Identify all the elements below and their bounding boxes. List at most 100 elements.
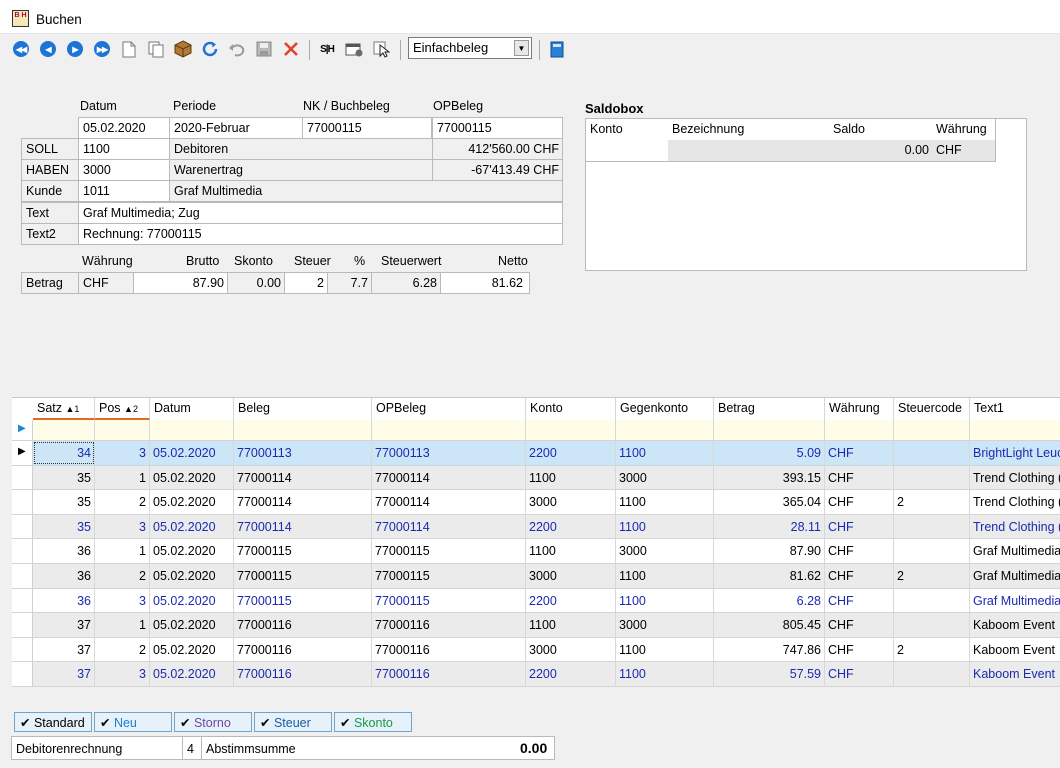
grid-cell-konto[interactable]: 2200: [526, 588, 616, 613]
filter-checkbox-2[interactable]: ✔ Storno: [174, 712, 252, 732]
grid-cell-waehrung[interactable]: CHF: [825, 564, 894, 588]
grid-cell-waehrung[interactable]: CHF: [825, 637, 894, 662]
table-row[interactable]: 36 2 05.02.2020 77000115 77000115 3000 1100 81.…: [12, 564, 1060, 589]
grid-cell-opbeleg[interactable]: 77000115: [372, 588, 526, 613]
opbeleg-input[interactable]: 77000115: [432, 117, 563, 139]
grid-header-betrag[interactable]: Betrag: [714, 398, 825, 420]
grid-cell-steuercode[interactable]: 2: [894, 564, 970, 588]
grid-cell-pos[interactable]: 1: [95, 539, 150, 563]
grid-header-gegenkonto[interactable]: Gegenkonto: [616, 398, 714, 420]
grid-cell-opbeleg[interactable]: 77000115: [372, 564, 526, 588]
grid-cell-satz[interactable]: 36: [33, 539, 95, 563]
pointer-tool-button[interactable]: [371, 39, 391, 59]
grid-cell-betrag[interactable]: 805.45: [714, 613, 825, 637]
grid-cell-pos[interactable]: 2: [95, 637, 150, 662]
grid-cell-datum[interactable]: 05.02.2020: [150, 465, 234, 490]
grid-cell-datum[interactable]: 05.02.2020: [150, 514, 234, 539]
row-header[interactable]: [12, 588, 33, 613]
grid-cell-text1[interactable]: Trend Clothing (: [970, 515, 1060, 539]
undo-button[interactable]: [227, 39, 247, 59]
grid-header-pos[interactable]: Pos ▲2: [95, 398, 150, 420]
grid-cell-satz[interactable]: 34: [33, 441, 95, 465]
grid-cell-waehrung[interactable]: CHF: [825, 514, 894, 539]
grid-header-satz[interactable]: Satz ▲1: [33, 398, 95, 420]
grid-cell-waehrung[interactable]: CHF: [825, 441, 894, 465]
filter-checkbox-4[interactable]: ✔ Skonto: [334, 712, 412, 732]
grid-cell-pos[interactable]: 3: [95, 514, 150, 539]
grid-cell-beleg[interactable]: 77000114: [234, 465, 372, 490]
grid-cell-gegenkonto[interactable]: 1100: [616, 564, 714, 588]
grid-cell-datum[interactable]: 05.02.2020: [150, 539, 234, 563]
grid-cell-datum[interactable]: 05.02.2020: [150, 490, 234, 514]
grid-cell-konto[interactable]: 1100: [526, 465, 616, 490]
grid-cell-gegenkonto[interactable]: 1100: [616, 637, 714, 662]
row-header[interactable]: [12, 465, 33, 490]
grid-cell-datum[interactable]: 05.02.2020: [150, 662, 234, 686]
grid-cell-betrag[interactable]: 81.62: [714, 564, 825, 588]
grid-cell-beleg[interactable]: 77000113: [234, 441, 372, 465]
delete-button[interactable]: [281, 39, 301, 59]
grid-cell-pos[interactable]: 2: [95, 490, 150, 514]
grid-cell-pos[interactable]: 1: [95, 613, 150, 637]
grid-cell-steuercode[interactable]: [894, 514, 970, 539]
chevron-down-icon[interactable]: ▼: [514, 40, 529, 56]
steuer-input[interactable]: 2: [284, 272, 328, 294]
grid-cell-opbeleg[interactable]: 77000113: [372, 441, 526, 465]
new-document-button[interactable]: [119, 39, 139, 59]
grid-cell-betrag[interactable]: 28.11: [714, 514, 825, 539]
grid-cell-beleg[interactable]: 77000116: [234, 637, 372, 662]
grid-cell-text1[interactable]: Kaboom Event: [970, 613, 1060, 637]
grid-cell-konto[interactable]: 3000: [526, 637, 616, 662]
grid-cell-konto[interactable]: 1100: [526, 539, 616, 563]
grid-cell-datum[interactable]: 05.02.2020: [150, 637, 234, 662]
grid-cell-opbeleg[interactable]: 77000115: [372, 539, 526, 563]
grid-cell-text1[interactable]: Graf Multimedia: [970, 589, 1060, 613]
grid-cell-pos[interactable]: 3: [95, 441, 150, 465]
netto-input[interactable]: 81.62: [440, 272, 530, 294]
row-header[interactable]: [12, 490, 33, 514]
grid-cell-satz[interactable]: 37: [33, 613, 95, 637]
grid-cell-gegenkonto[interactable]: 1100: [616, 441, 714, 465]
package-button[interactable]: [173, 39, 193, 59]
grid-cell-waehrung[interactable]: CHF: [825, 613, 894, 637]
grid-cell-satz[interactable]: 37: [33, 662, 95, 686]
grid-cell-konto[interactable]: 3000: [526, 564, 616, 588]
grid-cell-konto[interactable]: 2200: [526, 441, 616, 465]
filter-checkbox-3[interactable]: ✔ Steuer: [254, 712, 332, 732]
table-row[interactable]: 35 1 05.02.2020 77000114 77000114 1100 3000 393…: [12, 465, 1060, 491]
grid-cell-konto[interactable]: 3000: [526, 490, 616, 514]
grid-cell-satz[interactable]: 35: [33, 514, 95, 539]
grid-cell-pos[interactable]: 2: [95, 564, 150, 588]
grid-cell-konto[interactable]: 1100: [526, 613, 616, 637]
grid-cell-betrag[interactable]: 6.28: [714, 588, 825, 613]
new-entry-row[interactable]: ▶: [12, 420, 1060, 441]
grid-cell-beleg[interactable]: 77000114: [234, 514, 372, 539]
row-header[interactable]: [12, 613, 33, 637]
save-button[interactable]: [254, 39, 274, 59]
grid-cell-opbeleg[interactable]: 77000114: [372, 514, 526, 539]
row-header[interactable]: [12, 539, 33, 563]
grid-cell-datum[interactable]: 05.02.2020: [150, 441, 234, 465]
grid-cell-beleg[interactable]: 77000116: [234, 613, 372, 637]
table-row[interactable]: 37 3 05.02.2020 77000116 77000116 2200 1100 57.…: [12, 662, 1060, 687]
grid-header-konto[interactable]: Konto: [526, 398, 616, 420]
grid-cell-pos[interactable]: 1: [95, 465, 150, 490]
grid-cell-gegenkonto[interactable]: 1100: [616, 588, 714, 613]
grid-cell-waehrung[interactable]: CHF: [825, 490, 894, 514]
grid-cell-satz[interactable]: 36: [33, 588, 95, 613]
grid-cell-datum[interactable]: 05.02.2020: [150, 588, 234, 613]
grid-header-text1[interactable]: Text1: [970, 398, 1060, 420]
soll-konto-input[interactable]: 1100: [78, 138, 170, 160]
grid-cell-steuercode[interactable]: [894, 441, 970, 465]
table-row[interactable]: 37 1 05.02.2020 77000116 77000116 1100 3000 805…: [12, 613, 1060, 638]
grid-cell-text1[interactable]: Trend Clothing (: [970, 490, 1060, 514]
grid-cell-opbeleg[interactable]: 77000116: [372, 613, 526, 637]
grid-header-datum[interactable]: Datum: [150, 398, 234, 420]
grid-header-beleg[interactable]: Beleg: [234, 398, 372, 420]
grid-cell-satz[interactable]: 35: [33, 490, 95, 514]
grid-cell-betrag[interactable]: 5.09: [714, 441, 825, 465]
grid-cell-text1[interactable]: Graf Multimedia: [970, 539, 1060, 563]
mode-select[interactable]: Einfachbeleg ▼: [408, 37, 532, 59]
grid-cell-satz[interactable]: 37: [33, 637, 95, 662]
prev-record-button[interactable]: ◀: [38, 39, 58, 59]
